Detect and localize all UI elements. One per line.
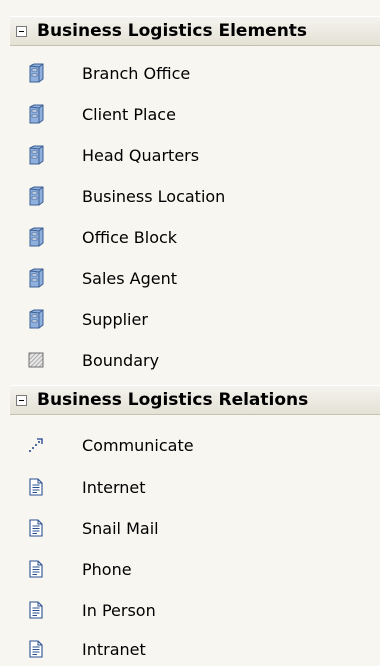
item-label: Phone — [82, 559, 132, 579]
item-label: In Person — [82, 600, 156, 620]
toolbox-item-sales-agent[interactable]: Sales Agent — [10, 261, 380, 295]
toolbox-item-in-person[interactable]: In Person — [10, 593, 380, 627]
collapse-minus-icon[interactable] — [16, 25, 27, 37]
item-label: Boundary — [82, 350, 160, 370]
building-icon — [26, 144, 46, 166]
item-label: Office Block — [82, 227, 178, 247]
item-label: Branch Office — [82, 63, 191, 83]
toolbox-item-phone[interactable]: Phone — [10, 552, 380, 586]
toolbox-item-communicate[interactable]: Communicate — [10, 428, 380, 462]
item-label: Supplier — [82, 309, 148, 329]
document-icon — [26, 476, 46, 498]
toolbox-item-client-place[interactable]: Client Place — [10, 97, 380, 131]
building-icon — [26, 226, 46, 248]
section-header-business-logistics-elements[interactable]: Business Logistics Elements — [10, 16, 380, 46]
toolbox-item-branch-office[interactable]: Branch Office — [10, 56, 380, 90]
item-label: Sales Agent — [82, 268, 178, 288]
boundary-icon — [26, 349, 46, 371]
item-label: Intranet — [82, 639, 146, 659]
item-label: Snail Mail — [82, 518, 159, 538]
building-icon — [26, 185, 46, 207]
toolbox-item-snail-mail[interactable]: Snail Mail — [10, 511, 380, 545]
document-icon — [26, 638, 46, 660]
panel-left-edge — [0, 0, 10, 666]
toolbox-item-business-location[interactable]: Business Location — [10, 179, 380, 213]
section-title: Business Logistics Relations — [37, 390, 309, 410]
building-icon — [26, 103, 46, 125]
building-icon — [26, 62, 46, 84]
section-title: Business Logistics Elements — [37, 21, 308, 41]
item-label: Communicate — [82, 435, 194, 455]
toolbox-item-boundary[interactable]: Boundary — [10, 343, 380, 377]
toolbox-item-intranet[interactable]: Intranet — [10, 632, 380, 666]
toolbox-panel: Business Logistics Elements Branch Offic… — [0, 0, 380, 666]
section-header-business-logistics-relations[interactable]: Business Logistics Relations — [10, 385, 380, 415]
collapse-minus-icon[interactable] — [16, 394, 27, 406]
toolbox-item-office-block[interactable]: Office Block — [10, 220, 380, 254]
item-label: Business Location — [82, 186, 226, 206]
dotted-arrow-icon — [26, 434, 46, 456]
building-icon — [26, 308, 46, 330]
toolbox-item-supplier[interactable]: Supplier — [10, 302, 380, 336]
item-label: Head Quarters — [82, 145, 200, 165]
item-label: Internet — [82, 477, 146, 497]
building-icon — [26, 267, 46, 289]
toolbox-item-internet[interactable]: Internet — [10, 470, 380, 504]
document-icon — [26, 517, 46, 539]
document-icon — [26, 558, 46, 580]
document-icon — [26, 599, 46, 621]
item-label: Client Place — [82, 104, 176, 124]
toolbox-item-head-quarters[interactable]: Head Quarters — [10, 138, 380, 172]
